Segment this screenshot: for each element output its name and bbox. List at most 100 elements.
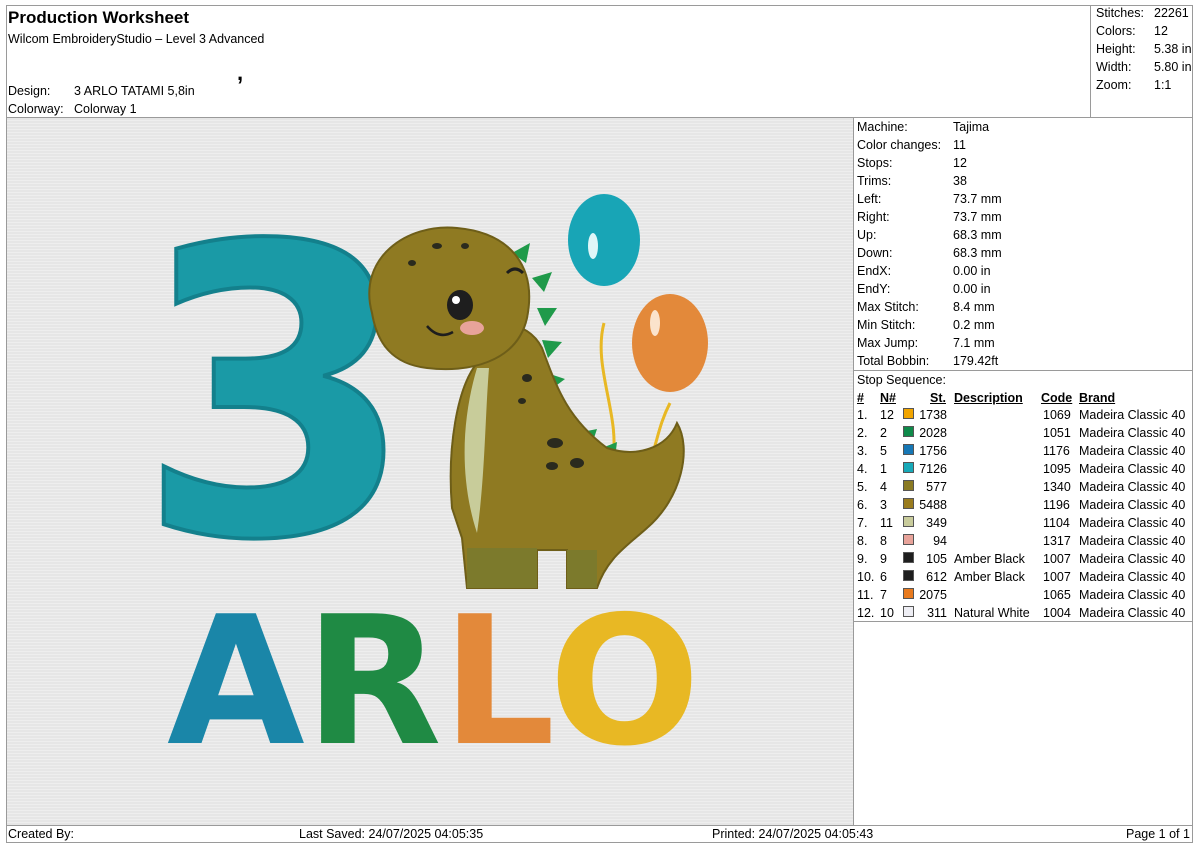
color-swatch [903,462,914,473]
table-row: 11. 7 2075 1065 Madeira Classic 40 [857,588,1193,606]
row-code: 1176 [1043,444,1070,458]
table-row: 2. 2 2028 1051 Madeira Classic 40 [857,426,1193,444]
letter-o: O [549,578,700,785]
machine-value: 7.1 mm [953,336,995,350]
machine-value: 0.2 mm [953,318,995,332]
machine-label: Down: [857,246,893,260]
machine-row: Left: 73.7 mm [857,192,1002,206]
row-code: 1065 [1043,588,1071,602]
color-swatch [903,444,914,455]
machine-row: Total Bobbin: 179.42ft [857,354,998,368]
design-name: ARLO [167,578,700,785]
row-brand: Madeira Classic 40 [1079,606,1186,620]
machine-row: Machine: Tajima [857,120,989,134]
machine-value: 12 [953,156,967,170]
row-stitches: 7126 [919,462,947,476]
row-code: 1051 [1043,426,1071,440]
machine-row: Up: 68.3 mm [857,228,1002,242]
letter-r: R [305,578,442,785]
colorway-label: Colorway: [8,102,64,116]
row-stitches: 2075 [919,588,947,602]
row-code: 1340 [1043,480,1071,494]
machine-label: Left: [857,192,882,206]
page-number: Page 1 of 1 [1126,827,1190,841]
table-row: 7. 11 349 1104 Madeira Classic 40 [857,516,1193,534]
col-header-brand: Brand [1079,391,1116,405]
row-index: 5. [857,480,868,494]
machine-label: Up: [857,228,877,242]
row-needle: 8 [880,534,887,548]
machine-value: 0.00 in [953,264,991,278]
table-row: 12. 10 311 Natural White 1004 Madeira Classic… [857,606,1193,624]
col-header-n: N# [880,391,896,405]
stat-value: 1:1 [1154,78,1172,92]
table-row: 9. 9 105 Amber Black 1007 Madeira Classic 40 [857,552,1193,570]
row-brand: Madeira Classic 40 [1079,570,1186,584]
row-stitches: 105 [926,552,947,566]
row-needle: 1 [880,462,887,476]
color-swatch [903,480,914,491]
row-brand: Madeira Classic 40 [1079,534,1186,548]
stat-row: Width: 5.80 in [1096,60,1192,74]
color-swatch [903,534,914,545]
machine-label: Color changes: [857,138,942,152]
row-brand: Madeira Classic 40 [1079,426,1186,440]
balloon-teal [568,194,640,286]
row-brand: Madeira Classic 40 [1079,408,1186,422]
machine-label: EndY: [857,282,891,296]
machine-label: Right: [857,210,890,224]
machine-row: Max Stitch: 8.4 mm [857,300,995,314]
software-subtitle: Wilcom EmbroideryStudio – Level 3 Advanc… [8,32,265,46]
stat-value: 5.38 in [1154,42,1192,56]
row-stitches: 94 [933,534,947,548]
machine-value: 73.7 mm [953,192,1002,206]
last-saved: Last Saved: 24/07/2025 04:05:35 [299,827,484,841]
machine-value: 68.3 mm [953,246,1002,260]
row-index: 2. [857,426,868,440]
created-by: Created By: [8,827,75,841]
row-index: 7. [857,516,868,530]
row-needle: 6 [880,570,887,584]
row-stitches: 1756 [919,444,947,458]
table-row: 6. 3 5488 1196 Madeira Classic 40 [857,498,1193,516]
row-brand: Madeira Classic 40 [1079,498,1186,512]
row-index: 8. [857,534,868,548]
row-brand: Madeira Classic 40 [1079,552,1186,566]
stats-box: Stitches: 22261 Colors: 12 Height: 5.38 in … [1090,5,1193,118]
color-swatch [903,588,914,599]
color-swatch [903,498,914,509]
stat-value: 5.80 in [1154,60,1192,74]
row-needle: 9 [880,552,887,566]
row-code: 1004 [1043,606,1071,620]
machine-row: Min Stitch: 0.2 mm [857,318,995,332]
stat-label: Width: [1096,60,1132,74]
page-title: Production Worksheet [8,8,190,27]
row-needle: 10 [880,606,894,620]
row-stitches: 311 [927,606,947,620]
stray-mark: , [237,60,244,85]
machine-value: 68.3 mm [953,228,1002,242]
row-index: 3. [857,444,868,458]
table-row: 4. 1 7126 1095 Madeira Classic 40 [857,462,1193,480]
stat-label: Stitches: [1096,6,1144,20]
row-index: 11. [857,588,874,602]
letter-a: A [167,578,305,785]
row-needle: 3 [880,498,887,512]
row-brand: Madeira Classic 40 [1079,516,1186,530]
row-code: 1104 [1043,516,1070,530]
row-needle: 12 [880,408,894,422]
machine-label: Stops: [857,156,893,170]
table-row: 3. 5 1756 1176 Madeira Classic 40 [857,444,1193,462]
row-description: Amber Black [954,552,1025,566]
row-needle: 4 [880,480,887,494]
row-index: 10. [857,570,875,584]
row-brand: Madeira Classic 40 [1079,480,1186,494]
row-code: 1007 [1043,552,1071,566]
machine-label: Max Stitch: [857,300,919,314]
letter-l: L [442,578,551,785]
stat-label: Height: [1096,42,1136,56]
balloon-orange [632,294,708,392]
printed-date: Printed: 24/07/2025 04:05:43 [712,827,874,841]
row-brand: Madeira Classic 40 [1079,444,1186,458]
machine-value: 8.4 mm [953,300,995,314]
